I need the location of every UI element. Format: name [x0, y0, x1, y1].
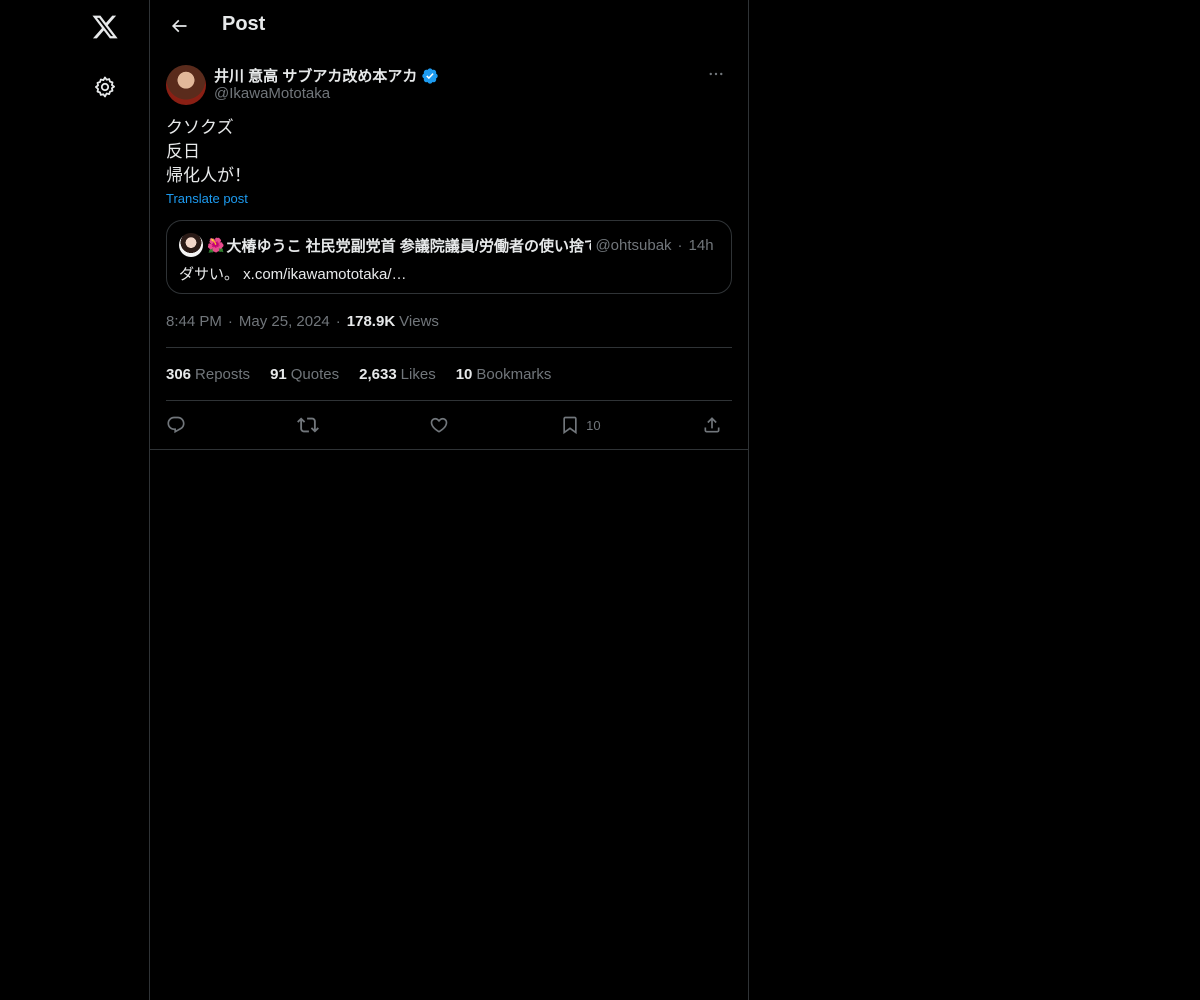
repost-button[interactable] — [297, 408, 327, 442]
post-text-line: 帰化人が！ — [166, 166, 251, 185]
author-name[interactable]: 井川 意高 サブアカ改め本アカ — [214, 65, 439, 86]
share-button[interactable] — [702, 408, 732, 442]
views-label: Views — [399, 313, 439, 330]
stat-number: 10 — [455, 365, 473, 383]
page-header: Post — [150, 0, 748, 53]
app: Post 井川 意高 サブアカ改め本アカ @IkawaMototaka クソクズ… — [0, 0, 1200, 1000]
post-text-line: 反日 — [166, 142, 200, 161]
share-icon — [704, 417, 720, 433]
stat-quotes[interactable]: 91 Quotes — [270, 366, 339, 383]
stat-likes[interactable]: 2,633 Likes — [359, 366, 436, 383]
more-icon — [709, 72, 723, 76]
quoted-post[interactable]: 🌺 大椿ゆうこ 社民党副党首 参議院議員/労働者の使い捨て @ohtsubak … — [166, 220, 732, 294]
meta-separator: · — [335, 313, 341, 330]
post-time[interactable]: 8:44 PM — [166, 313, 222, 330]
gear-icon[interactable] — [83, 65, 127, 109]
page-title: Post — [222, 13, 266, 35]
x-logo-svg — [92, 15, 118, 39]
main-column: Post 井川 意高 サブアカ改め本アカ @IkawaMototaka クソクズ… — [150, 0, 749, 1000]
stat-number: 306 — [166, 365, 192, 383]
author-row: 井川 意高 サブアカ改め本アカ @IkawaMototaka — [166, 65, 732, 120]
repost-icon — [297, 417, 320, 433]
post-meta: 8:44 PM · May 25, 2024 · 178.9K Views — [166, 310, 732, 348]
engagement-stats: 306 Reposts 91 Quotes 2,633 Likes 10 Bookmar… — [166, 348, 732, 401]
hibiscus-icon: 🌺 — [207, 236, 225, 253]
translate-post-link[interactable]: Translate post — [166, 191, 248, 206]
author-handle[interactable]: @IkawaMototaka — [214, 85, 330, 102]
bookmark-count: 10 — [586, 417, 601, 433]
back-button[interactable] — [162, 9, 196, 43]
stat-number: 91 — [270, 365, 287, 383]
stat-label: Reposts — [195, 365, 251, 383]
post-text: クソクズ 反日 帰化人が！ — [166, 116, 732, 188]
author-name-text: 井川 意高 サブアカ改め本アカ — [214, 68, 418, 85]
heart-icon — [430, 417, 448, 433]
left-nav — [0, 0, 150, 1000]
bookmark-button[interactable]: 10 — [560, 408, 601, 442]
x-logo-icon[interactable] — [83, 5, 127, 49]
quote-avatar — [179, 233, 203, 257]
stat-label: Likes — [400, 365, 436, 383]
quote-header: 🌺 大椿ゆうこ 社民党副党首 参議院議員/労働者の使い捨て @ohtsubak … — [179, 233, 719, 257]
arrow-left-icon — [171, 19, 187, 33]
action-bar: 10 — [166, 401, 732, 449]
stat-bookmarks[interactable]: 10 Bookmarks — [456, 366, 552, 383]
bookmark-icon — [563, 416, 577, 435]
meta-separator: · — [227, 313, 233, 330]
views-count: 178.9K — [346, 313, 396, 330]
stat-reposts[interactable]: 306 Reposts — [166, 366, 250, 383]
more-options-button[interactable] — [700, 62, 732, 86]
reply-button[interactable] — [166, 408, 196, 442]
stat-number: 2,633 — [359, 365, 397, 383]
post-date[interactable]: May 25, 2024 — [239, 313, 330, 330]
gear-svg — [95, 76, 115, 98]
verified-svg — [422, 67, 439, 84]
avatar[interactable] — [166, 65, 206, 105]
quote-author-handle: @ohtsubak — [595, 236, 672, 254]
quote-author-name: 大椿ゆうこ 社民党副党首 参議院議員/労働者の使い捨て — [226, 237, 592, 255]
stat-label: Quotes — [290, 365, 340, 383]
quote-text: ダサい。 x.com/ikawamototaka/… — [179, 266, 407, 283]
reply-icon — [167, 416, 185, 434]
quote-separator: · — [677, 236, 683, 254]
verified-badge-icon — [421, 67, 439, 85]
like-button[interactable] — [429, 408, 459, 442]
stat-label: Bookmarks — [476, 365, 552, 383]
quote-time: 14h — [688, 236, 714, 254]
post: 井川 意高 サブアカ改め本アカ @IkawaMototaka クソクズ 反日 帰… — [150, 65, 748, 450]
